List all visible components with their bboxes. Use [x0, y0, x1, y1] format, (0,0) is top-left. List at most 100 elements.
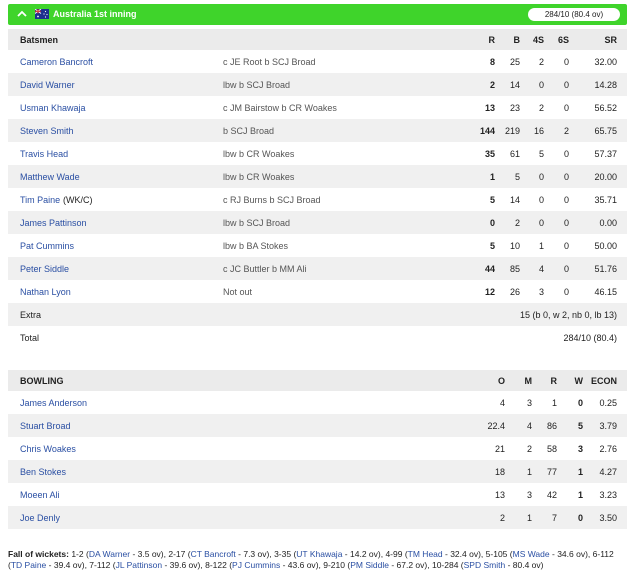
- bowler-name-link[interactable]: James Anderson: [20, 397, 87, 409]
- bowler-name-link[interactable]: Ben Stokes: [20, 466, 66, 478]
- batting-row: Usman Khawaja c JM Bairstow b CR Woakes 13…: [8, 96, 627, 119]
- dismissal-text: c JC Buttler b MM Ali: [223, 264, 307, 274]
- fall-of-wickets: Fall of wickets: 1-2 (DA Warner - 3.5 ov…: [8, 549, 614, 570]
- batsman-name-link[interactable]: Usman Khawaja: [20, 102, 86, 114]
- bowling-row: Moeen Ali 13 3 42 1 3.23: [8, 483, 627, 506]
- fow-score: 2-17: [168, 549, 186, 559]
- fow-score: 3-35: [274, 549, 292, 559]
- batting-row: Pat Cummins lbw b BA Stokes 5 10 1 0 50.00: [8, 234, 627, 257]
- overs-value: 18: [494, 467, 505, 477]
- batsman-name-link[interactable]: Travis Head: [20, 148, 68, 160]
- batsman-name-link[interactable]: Nathan Lyon: [20, 286, 71, 298]
- batting-row: Travis Head lbw b CR Woakes 35 61 5 0 57.37: [8, 142, 627, 165]
- fours-value: 1: [538, 241, 544, 251]
- runs-conceded-value: 58: [546, 444, 557, 454]
- col-bowling: BOWLING: [20, 376, 64, 386]
- fow-player-link[interactable]: UT Khawaja: [296, 549, 342, 559]
- runs-value: 12: [484, 287, 495, 297]
- dismissal-text: lbw b SCJ Broad: [223, 218, 291, 228]
- wickets-value: 1: [577, 490, 583, 500]
- wickets-value: 0: [577, 398, 583, 408]
- balls-value: 85: [509, 264, 520, 274]
- batsman-name-link[interactable]: Matthew Wade: [20, 171, 80, 183]
- wickets-value: 3: [577, 444, 583, 454]
- batting-header-row: Batsmen R B 4S 6S SR: [8, 29, 627, 50]
- strike-rate-value: 0.00: [599, 218, 617, 228]
- strike-rate-value: 50.00: [594, 241, 617, 251]
- dismissal-text: c JM Bairstow b CR Woakes: [223, 103, 337, 113]
- runs-value: 2: [489, 80, 495, 90]
- inning-header[interactable]: Australia 1st inning 284/10 (80.4 ov): [8, 4, 627, 25]
- maidens-value: 3: [526, 490, 532, 500]
- fow-player-link[interactable]: PM Siddle: [350, 560, 389, 570]
- dismissal-text: c RJ Burns b SCJ Broad: [223, 195, 321, 205]
- fow-over: 67.2 ov: [396, 560, 425, 570]
- dismissal-text: Not out: [223, 287, 253, 297]
- balls-value: 14: [509, 80, 520, 90]
- fours-value: 0: [538, 195, 544, 205]
- batsman-name-link[interactable]: Tim Paine: [20, 194, 60, 206]
- wickets-value: 1: [577, 467, 583, 477]
- sixes-value: 0: [563, 195, 569, 205]
- fours-value: 5: [538, 149, 544, 159]
- sixes-value: 0: [563, 264, 569, 274]
- total-label: Total: [20, 333, 40, 343]
- batting-row: Cameron Bancroft c JE Root b SCJ Broad 8 25…: [8, 50, 627, 73]
- bowler-name-link[interactable]: Stuart Broad: [20, 420, 71, 432]
- sixes-value: 0: [563, 103, 569, 113]
- fow-player-link[interactable]: TD Paine: [11, 560, 46, 570]
- maidens-value: 1: [526, 513, 532, 523]
- bowling-header-row: BOWLING O M R W ECON: [8, 370, 627, 391]
- economy-value: 2.76: [599, 444, 617, 454]
- fow-player-link[interactable]: PJ Cummins: [232, 560, 280, 570]
- sixes-value: 0: [563, 80, 569, 90]
- fow-player-link[interactable]: MS Wade: [513, 549, 550, 559]
- fow-player-link[interactable]: DA Warner: [89, 549, 130, 559]
- fow-score: 10-284: [431, 560, 459, 570]
- fow-over: 32.4 ov: [450, 549, 479, 559]
- balls-value: 219: [504, 126, 520, 136]
- total-value: 284/10 (80.4): [563, 333, 617, 343]
- maidens-value: 3: [526, 398, 532, 408]
- fow-player-link[interactable]: JL Pattinson: [116, 560, 162, 570]
- batsman-name-link[interactable]: David Warner: [20, 79, 75, 91]
- chevron-up-icon[interactable]: [15, 8, 29, 20]
- fow-player-link[interactable]: TM Head: [408, 549, 443, 559]
- bowler-name-link[interactable]: Chris Woakes: [20, 443, 76, 455]
- total-row: Total 284/10 (80.4): [8, 326, 627, 349]
- batting-row: Tim Paine (WK/C) c RJ Burns b SCJ Broad 5 14…: [8, 188, 627, 211]
- col-sixes: 6S: [557, 35, 569, 45]
- fow-player-link[interactable]: SPD Smith: [464, 560, 506, 570]
- col-batsmen: Batsmen: [20, 35, 59, 45]
- fow-over: 7.3 ov: [243, 549, 267, 559]
- sixes-value: 0: [563, 149, 569, 159]
- runs-conceded-value: 7: [551, 513, 557, 523]
- bowler-name-link[interactable]: Moeen Ali: [20, 489, 60, 501]
- overs-value: 2: [499, 513, 505, 523]
- batsman-name-link[interactable]: James Pattinson: [20, 217, 87, 229]
- overs-value: 4: [499, 398, 505, 408]
- batsman-name-link[interactable]: Cameron Bancroft: [20, 56, 93, 68]
- fow-over: 14.2 ov: [350, 549, 378, 559]
- balls-value: 61: [509, 149, 520, 159]
- strike-rate-value: 35.71: [594, 195, 617, 205]
- bowling-row: James Anderson 4 3 1 0 0.25: [8, 391, 627, 414]
- bowling-row: Ben Stokes 18 1 77 1 4.27: [8, 460, 627, 483]
- dismissal-text: lbw b SCJ Broad: [223, 80, 291, 90]
- bowler-name-link[interactable]: Joe Denly: [20, 512, 60, 524]
- col-economy: ECON: [590, 376, 617, 386]
- bowling-row: Stuart Broad 22.4 4 86 5 3.79: [8, 414, 627, 437]
- batsman-name-link[interactable]: Peter Siddle: [20, 263, 69, 275]
- batsman-name-link[interactable]: Steven Smith: [20, 125, 74, 137]
- batsman-name-link[interactable]: Pat Cummins: [20, 240, 74, 252]
- bowling-row: Joe Denly 2 1 7 0 3.50: [8, 506, 627, 529]
- fow-player-link[interactable]: CT Bancroft: [191, 549, 236, 559]
- overs-value: 22.4: [487, 421, 505, 431]
- col-overs: O: [497, 376, 505, 386]
- col-fours: 4S: [532, 35, 544, 45]
- col-runs-conceded: R: [550, 376, 558, 386]
- maidens-value: 1: [526, 467, 532, 477]
- dismissal-text: lbw b CR Woakes: [223, 149, 295, 159]
- runs-value: 44: [484, 264, 495, 274]
- fours-value: 16: [533, 126, 544, 136]
